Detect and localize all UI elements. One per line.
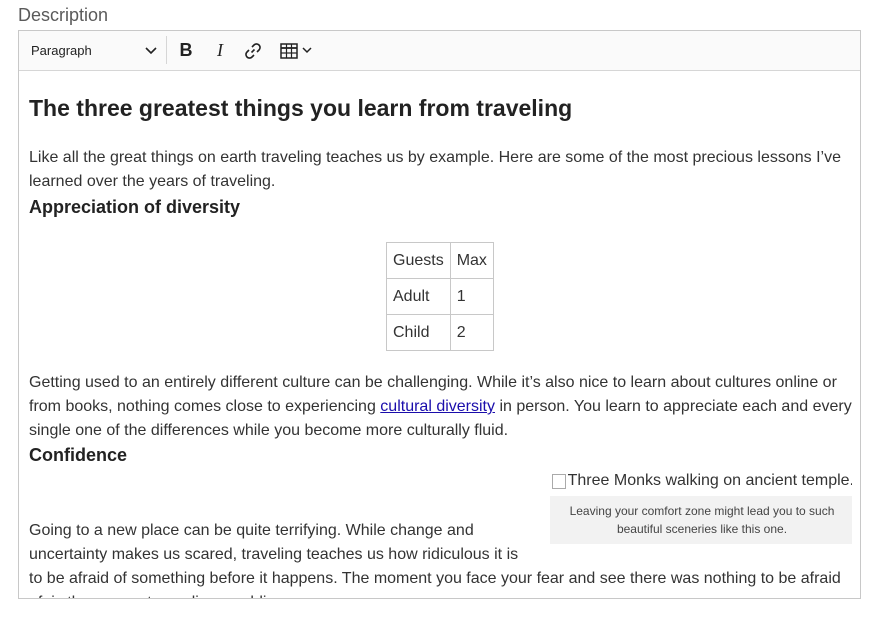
table-cell: Child (386, 314, 451, 351)
monks-image[interactable]: Three Monks walking on ancient temple. (550, 472, 852, 490)
image-alt-text: Three Monks walking on ancient temple. (567, 472, 852, 489)
table-row: Child 2 (386, 314, 494, 351)
table-cell: Adult (386, 278, 451, 315)
broken-image-icon (551, 473, 566, 489)
article-heading: The three greatest things you learn from… (29, 95, 573, 121)
insert-table-button[interactable] (276, 31, 316, 70)
rich-text-editor: Paragraph B I The three greatest things … (18, 30, 861, 599)
confidence-paragraph: Going to a new place can be quite terrif… (29, 519, 852, 598)
editor-content[interactable]: The three greatest things you learn from… (29, 70, 852, 598)
chevron-down-icon (302, 47, 312, 54)
confidence-text: Going to a new place can be quite terrif… (29, 522, 841, 598)
link-button[interactable] (241, 31, 265, 70)
intro-paragraph: Like all the great things on earth trave… (29, 149, 841, 190)
bold-button[interactable]: B (174, 31, 198, 70)
paragraph-style-dropdown[interactable]: Paragraph (31, 31, 157, 70)
italic-icon: I (217, 40, 223, 60)
paragraph-style-label: Paragraph (31, 43, 92, 58)
table-cell: 1 (449, 278, 494, 315)
table-cell: Max (449, 242, 494, 279)
table-row: Guests Max (386, 242, 494, 279)
toolbar-separator (166, 36, 167, 64)
chevron-down-icon (145, 46, 157, 54)
bold-icon: B (179, 40, 193, 60)
table-icon (280, 42, 298, 59)
table-cell: Guests (386, 242, 451, 279)
table-cell: 2 (449, 314, 494, 351)
section-heading-diversity: Appreciation of diversity (29, 197, 241, 217)
section-heading-confidence: Confidence (29, 445, 128, 465)
link-icon (245, 42, 261, 59)
editor-toolbar: Paragraph B I (19, 31, 860, 71)
guests-table: Guests Max Adult 1 Child 2 (386, 242, 494, 351)
cultural-diversity-link[interactable]: cultural diversity (380, 398, 495, 415)
italic-button[interactable]: I (208, 31, 232, 70)
description-label: Description (18, 5, 109, 25)
table-row: Adult 1 (386, 278, 494, 315)
diversity-paragraph: Getting used to an entirely different cu… (29, 371, 852, 443)
